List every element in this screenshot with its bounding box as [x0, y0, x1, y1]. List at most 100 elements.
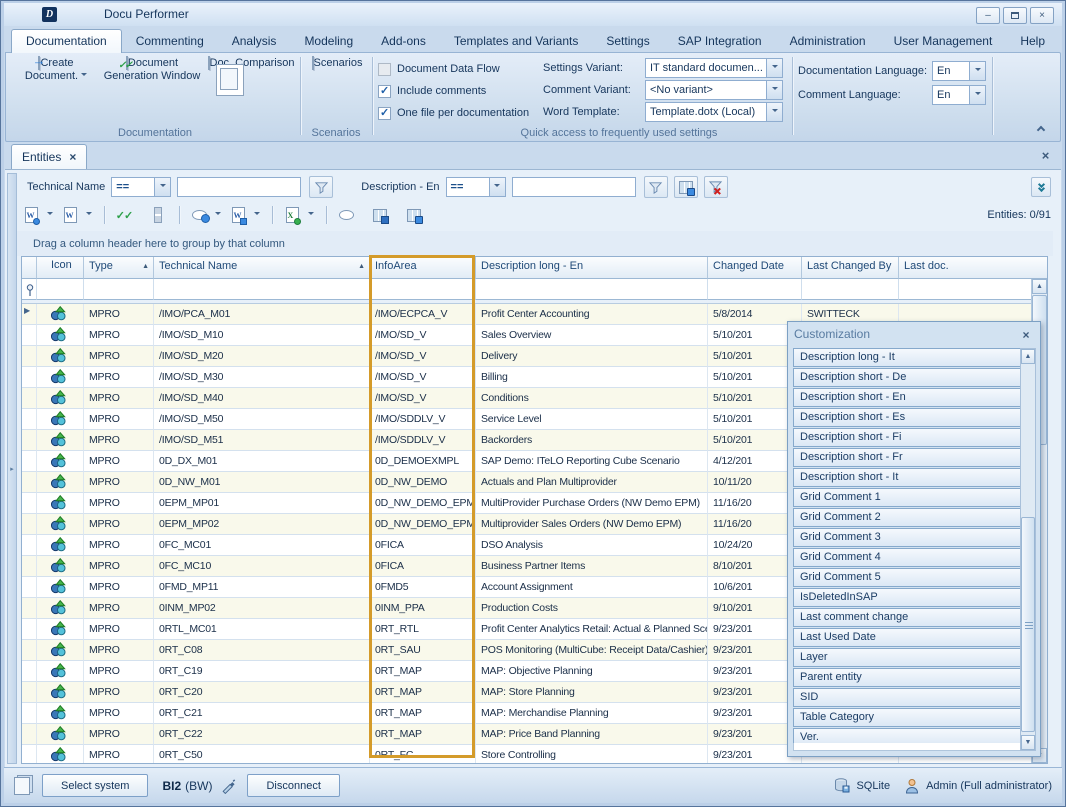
document-to-word-dropdown[interactable]	[252, 204, 261, 226]
menu-tab[interactable]: Commenting	[122, 30, 218, 53]
column-header-description[interactable]: Description long - En	[476, 257, 708, 279]
add-word-document-button[interactable]: W	[19, 204, 43, 226]
clipboard-icon[interactable]	[14, 777, 30, 795]
column-header-last-doc[interactable]: Last doc.	[899, 257, 1047, 279]
excel-export-dropdown[interactable]	[306, 204, 315, 226]
menu-tab[interactable]: User Management	[880, 30, 1007, 53]
collapsed-panel-splitter[interactable]: ▸	[7, 173, 17, 764]
field-combobox[interactable]: IT standard documen...	[645, 58, 783, 78]
select-system-button[interactable]: Select system	[42, 774, 148, 797]
hidden-column-item[interactable]: Description short - De	[793, 368, 1021, 387]
clear-filter-button[interactable]	[704, 176, 728, 198]
scroll-up-button[interactable]: ▲	[1032, 279, 1047, 294]
minimize-button[interactable]: –	[976, 7, 1000, 24]
collapse-ribbon-button[interactable]	[1032, 121, 1050, 135]
maximize-button[interactable]	[1003, 7, 1027, 24]
hidden-column-item[interactable]: Description short - En	[793, 388, 1021, 407]
combobox-dropdown-button[interactable]	[767, 58, 783, 78]
checkbox[interactable]	[378, 85, 391, 98]
close-tab-icon[interactable]: ×	[69, 151, 76, 163]
scroll-down-button[interactable]: ▼	[1021, 735, 1035, 750]
hidden-column-item[interactable]: Grid Comment 1	[793, 488, 1021, 507]
menu-tab[interactable]: Templates and Variants	[440, 30, 593, 53]
add-word-dropdown[interactable]	[45, 204, 54, 226]
restore-grid-layout-button[interactable]	[402, 204, 426, 226]
scrollbar-thumb[interactable]	[1021, 517, 1035, 732]
column-header-icon[interactable]: Icon	[37, 257, 84, 279]
auto-filter-row[interactable]	[22, 279, 1047, 300]
language-combobox[interactable]: En	[932, 85, 986, 105]
filter-cell[interactable]	[84, 279, 154, 300]
current-user-label[interactable]: Admin (Full administrator)	[926, 780, 1052, 792]
scenarios-button[interactable]: Scenarios	[306, 57, 368, 70]
operator-combobox[interactable]: ==	[111, 177, 171, 197]
create-document-button[interactable]: → Create Document.	[16, 57, 96, 83]
comment-ellipse-button[interactable]	[334, 204, 358, 226]
description-filter-input[interactable]	[512, 177, 636, 197]
combobox-dropdown-button[interactable]	[970, 61, 986, 81]
hidden-column-item[interactable]: Description short - It	[793, 468, 1021, 487]
tab-entities[interactable]: Entities ×	[11, 144, 87, 169]
hidden-column-item[interactable]: Description long - It	[793, 348, 1021, 367]
combobox-dropdown-button[interactable]	[490, 177, 506, 197]
field-combobox[interactable]: Template.dotx (Local)	[645, 102, 783, 122]
column-header-technical-name[interactable]: Technical Name▲	[154, 257, 370, 279]
filter-cell[interactable]	[37, 279, 84, 300]
combobox-dropdown-button[interactable]	[767, 102, 783, 122]
checkbox[interactable]	[378, 107, 391, 120]
filter-button[interactable]	[644, 176, 668, 198]
filter-cell[interactable]	[370, 279, 476, 300]
technical-name-filter-input[interactable]	[177, 177, 301, 197]
filter-cell[interactable]	[708, 279, 802, 300]
menu-tab[interactable]: Analysis	[218, 30, 291, 53]
save-grid-layout-button[interactable]	[368, 204, 392, 226]
close-customization-button[interactable]: ×	[1018, 327, 1034, 342]
add-comment-button[interactable]	[187, 204, 211, 226]
menu-tab[interactable]: Add-ons	[367, 30, 440, 53]
column-header-type[interactable]: Type▲	[84, 257, 154, 279]
column-header-infoarea[interactable]: InfoArea	[370, 257, 476, 279]
close-documents-button[interactable]: ×	[1038, 149, 1053, 164]
add-comment-dropdown[interactable]	[213, 204, 222, 226]
menu-tab[interactable]: Help	[1006, 30, 1059, 53]
menu-tab[interactable]: Documentation	[11, 29, 122, 53]
multi-check-button[interactable]: ✓✓	[112, 204, 136, 226]
column-header-changed-date[interactable]: Changed Date	[708, 257, 802, 279]
combobox-dropdown-button[interactable]	[767, 80, 783, 100]
customization-panel[interactable]: Customization × Description long - It De…	[787, 321, 1041, 757]
hidden-column-item[interactable]: Parent entity	[793, 668, 1021, 687]
customization-scrollbar[interactable]: ▲ ▼	[1020, 348, 1036, 751]
advanced-filter-button[interactable]	[674, 176, 698, 198]
combobox-dropdown-button[interactable]	[155, 177, 171, 197]
operator-combobox[interactable]: ==	[446, 177, 506, 197]
expand-search-panel-button[interactable]	[1031, 177, 1051, 197]
hidden-column-item[interactable]: Grid Comment 4	[793, 548, 1021, 567]
word-document-button[interactable]: W	[58, 204, 82, 226]
filter-cell[interactable]	[476, 279, 708, 300]
language-combobox[interactable]: En	[932, 61, 986, 81]
hidden-column-item[interactable]: Grid Comment 2	[793, 508, 1021, 527]
hidden-column-item[interactable]: Grid Comment 3	[793, 528, 1021, 547]
hidden-column-item[interactable]: Description short - Fr	[793, 448, 1021, 467]
doc-comparison-button[interactable]: Doc. Comparison	[204, 57, 298, 70]
disconnect-button[interactable]: Disconnect	[247, 774, 339, 797]
filter-cell[interactable]	[154, 279, 370, 300]
apply-filter-button[interactable]	[309, 176, 333, 198]
hidden-column-item[interactable]: Description short - Fi	[793, 428, 1021, 447]
customization-titlebar[interactable]: Customization ×	[788, 322, 1040, 346]
hidden-column-item[interactable]: SID	[793, 688, 1021, 707]
titlebar[interactable]: D Docu Performer – ×	[4, 3, 1062, 26]
hidden-column-item[interactable]: IsDeletedInSAP	[793, 588, 1021, 607]
hidden-column-item[interactable]: Table Category	[793, 708, 1021, 727]
hidden-column-item[interactable]: Last comment change	[793, 608, 1021, 627]
database-label[interactable]: SQLite	[856, 780, 890, 792]
menu-tab[interactable]: Settings	[592, 30, 663, 53]
excel-export-button[interactable]: X	[280, 204, 304, 226]
close-button[interactable]: ×	[1030, 7, 1054, 24]
word-document-dropdown[interactable]	[84, 204, 93, 226]
menu-tab[interactable]: SAP Integration	[664, 30, 776, 53]
hidden-column-item[interactable]: Description short - Es	[793, 408, 1021, 427]
document-generation-window-button[interactable]: ✓✓ Document Generation Window	[102, 57, 202, 83]
filter-cell[interactable]	[899, 279, 1047, 300]
hidden-column-item[interactable]: Grid Comment 5	[793, 568, 1021, 587]
